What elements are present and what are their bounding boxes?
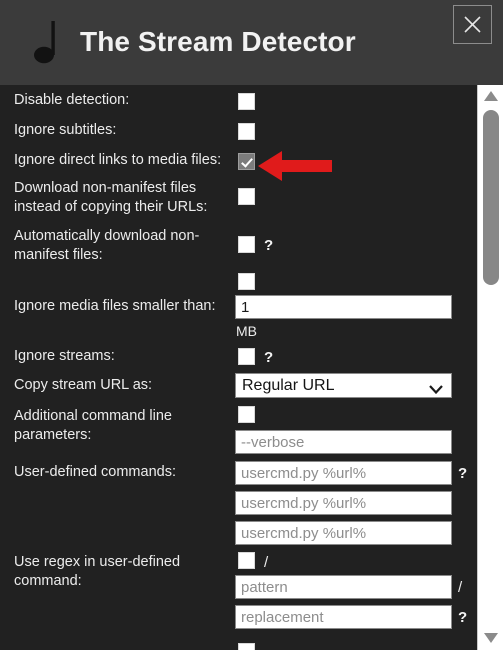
settings-panel: Disable detection: Ignore subtitles: Ign… xyxy=(0,85,477,650)
checkbox-download-non-manifest[interactable] xyxy=(238,188,255,205)
input-regex-pattern[interactable] xyxy=(235,575,452,599)
scroll-down-arrow-icon[interactable] xyxy=(478,629,503,647)
setting-label: User-defined commands: xyxy=(14,464,176,480)
checkbox-next-setting-partial[interactable] xyxy=(238,643,255,650)
checkbox-use-regex[interactable] xyxy=(238,552,255,569)
checkbox-ignore-streams[interactable] xyxy=(238,348,255,365)
setting-label: Download non-manifest files instead of c… xyxy=(14,180,208,215)
input-regex-replacement[interactable] xyxy=(235,605,452,629)
regex-slash-leading: / xyxy=(264,554,269,571)
help-icon-ignore-streams[interactable]: ? xyxy=(264,350,273,365)
unit-label-mb: MB xyxy=(236,323,257,339)
close-button[interactable] xyxy=(453,5,492,44)
setting-label: Additional command line parameters: xyxy=(14,408,172,443)
scroll-thumb[interactable] xyxy=(483,110,499,285)
checkbox-ignore-direct-links[interactable] xyxy=(238,153,255,170)
checkbox-auto-download-non-manifest[interactable] xyxy=(238,236,255,253)
setting-label: Automatically download non-manifest file… xyxy=(14,228,200,263)
title-bar: The Stream Detector xyxy=(0,0,503,85)
setting-row-disable-detection: Disable detection: xyxy=(0,85,477,115)
scroll-up-arrow-icon[interactable] xyxy=(478,87,503,105)
music-note-icon xyxy=(30,18,70,66)
checkbox-additional-cmdline-params[interactable] xyxy=(238,406,255,423)
setting-label: Use regex in user-defined command: xyxy=(14,554,181,589)
input-user-defined-command-3[interactable] xyxy=(235,521,452,545)
setting-row-user-defined-commands: User-defined commands: ? xyxy=(0,459,477,551)
setting-label: Ignore streams: xyxy=(14,348,115,364)
help-icon-use-regex[interactable]: ? xyxy=(458,610,467,625)
setting-label: Copy stream URL as: xyxy=(14,377,153,393)
setting-row-use-regex: Use regex in user-defined command: / / ? xyxy=(0,551,477,641)
setting-row-copy-stream-url-as: Copy stream URL as: Regular URL xyxy=(0,371,477,403)
input-additional-cmdline-params[interactable] xyxy=(235,430,452,454)
setting-label: Ignore media files smaller than: xyxy=(14,298,216,314)
select-copy-stream-url-as[interactable]: Regular URL xyxy=(235,373,452,398)
regex-slash-trailing: / xyxy=(458,579,463,596)
setting-row-partially-visible xyxy=(0,643,477,650)
input-media-size-threshold[interactable] xyxy=(235,295,452,319)
checkbox-ignore-media-smaller-than[interactable] xyxy=(238,273,255,290)
setting-row-auto-download-non-manifest: Automatically download non-manifest file… xyxy=(0,225,477,271)
chevron-down-icon xyxy=(429,381,443,399)
setting-label: Disable detection: xyxy=(14,92,130,108)
help-icon-user-defined-commands[interactable]: ? xyxy=(458,466,467,481)
setting-row-download-non-manifest: Download non-manifest files instead of c… xyxy=(0,177,477,223)
setting-row-ignore-streams: Ignore streams: ? xyxy=(0,343,477,371)
setting-row-ignore-media-smaller-than: Ignore media files smaller than: MB xyxy=(0,273,477,343)
vertical-scrollbar[interactable] xyxy=(477,85,503,650)
setting-label: Ignore direct links to media files: xyxy=(14,152,222,168)
input-user-defined-command-2[interactable] xyxy=(235,491,452,515)
checkbox-disable-detection[interactable] xyxy=(238,93,255,110)
select-value: Regular URL xyxy=(242,377,335,394)
setting-label: Ignore subtitles: xyxy=(14,122,117,138)
page-title: The Stream Detector xyxy=(80,26,356,57)
checkbox-ignore-subtitles[interactable] xyxy=(238,123,255,140)
setting-row-ignore-subtitles: Ignore subtitles: xyxy=(0,115,477,145)
stream-detector-window: The Stream Detector Disable detection: I… xyxy=(0,0,503,650)
setting-row-ignore-direct-links: Ignore direct links to media files: xyxy=(0,145,477,175)
setting-row-additional-cmdline-params: Additional command line parameters: xyxy=(0,405,477,457)
input-user-defined-command-1[interactable] xyxy=(235,461,452,485)
help-icon-auto-download[interactable]: ? xyxy=(264,238,273,253)
